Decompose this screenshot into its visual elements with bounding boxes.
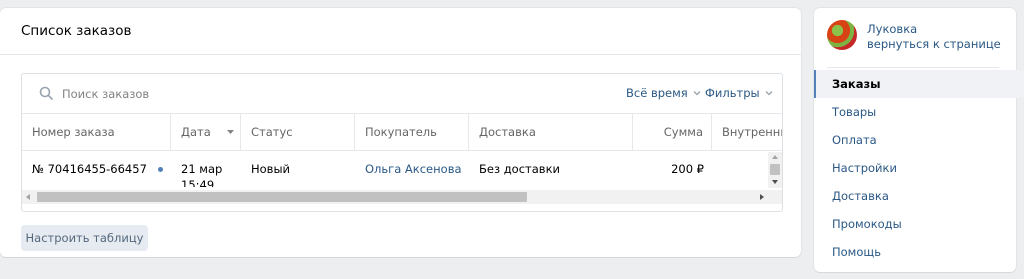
configure-table-button[interactable]: Настроить таблицу	[21, 225, 148, 251]
scroll-right-icon[interactable]	[760, 194, 764, 200]
profile-name[interactable]: Луковка	[867, 22, 917, 36]
status-cell: Новый	[251, 162, 291, 176]
chevron-down-icon	[693, 91, 701, 96]
column-header-order[interactable]: Номер заказа	[22, 114, 171, 150]
scroll-left-icon[interactable]	[26, 194, 30, 200]
vertical-scroll-thumb[interactable]	[770, 164, 780, 175]
profile-block[interactable]: Луковка вернуться к странице	[814, 8, 1016, 68]
sidebar-item-payment[interactable]: Оплата	[814, 126, 1024, 154]
back-to-page-link[interactable]: вернуться к странице	[867, 37, 1001, 51]
avatar[interactable]	[827, 20, 857, 50]
page-title: Список заказов	[0, 8, 801, 55]
date-cell: 21 мар 15:49	[181, 162, 223, 187]
sidebar-item-help[interactable]: Помощь	[814, 238, 1024, 266]
delivery-cell: Без доставки	[479, 162, 560, 176]
time-filter-dropdown[interactable]: Всё время	[626, 86, 701, 100]
unread-dot-icon	[158, 166, 163, 172]
column-header-internal[interactable]: Внутренний	[712, 114, 782, 150]
order-number-cell: № 70416455-66457	[22, 151, 171, 187]
column-header-delivery[interactable]: Доставка	[469, 114, 633, 150]
sort-down-icon	[226, 130, 234, 134]
scroll-up-icon[interactable]	[772, 155, 778, 159]
column-header-sum[interactable]: Сумма	[633, 114, 712, 150]
search-icon	[39, 86, 53, 100]
sidebar-item-delivery[interactable]: Доставка	[814, 182, 1024, 210]
buyer-link[interactable]: Ольга Аксенова	[355, 151, 469, 187]
sidebar-item-orders[interactable]: Заказы	[814, 70, 1024, 98]
orders-panel: Список заказов Всё время Фильтры Номер з…	[0, 8, 801, 257]
filters-label: Фильтры	[705, 86, 760, 100]
sidebar-item-promocodes[interactable]: Промокоды	[814, 210, 1024, 238]
table-header: Номер заказа Дата Статус Покупатель Дост…	[22, 114, 782, 151]
column-header-date[interactable]: Дата	[171, 114, 241, 150]
horizontal-scrollbar[interactable]	[22, 190, 782, 204]
sidebar-menu: Заказы Товары Оплата Настройки Доставка …	[814, 70, 1024, 266]
time-filter-label: Всё время	[626, 86, 688, 100]
vertical-scrollbar[interactable]	[768, 152, 782, 188]
column-header-buyer[interactable]: Покупатель	[355, 114, 469, 150]
table-toolbar: Всё время Фильтры	[22, 74, 782, 114]
divider	[827, 67, 999, 68]
sidebar-item-products[interactable]: Товары	[814, 98, 1024, 126]
horizontal-scroll-thumb[interactable]	[37, 192, 527, 202]
sidebar-item-settings[interactable]: Настройки	[814, 154, 1024, 182]
orders-table: Всё время Фильтры Номер заказа Дата Стат…	[21, 73, 783, 212]
search-input[interactable]	[62, 84, 362, 104]
table-row[interactable]: № 70416455-66457 21 мар 15:49 Новый Ольг…	[22, 151, 782, 187]
scroll-down-icon[interactable]	[772, 180, 778, 184]
sidebar: Луковка вернуться к странице Заказы Това…	[814, 8, 1024, 272]
filters-dropdown[interactable]: Фильтры	[705, 86, 773, 100]
sum-cell: 200 ₽	[671, 162, 704, 176]
chevron-down-icon	[765, 91, 773, 96]
column-header-status[interactable]: Статус	[241, 114, 355, 150]
